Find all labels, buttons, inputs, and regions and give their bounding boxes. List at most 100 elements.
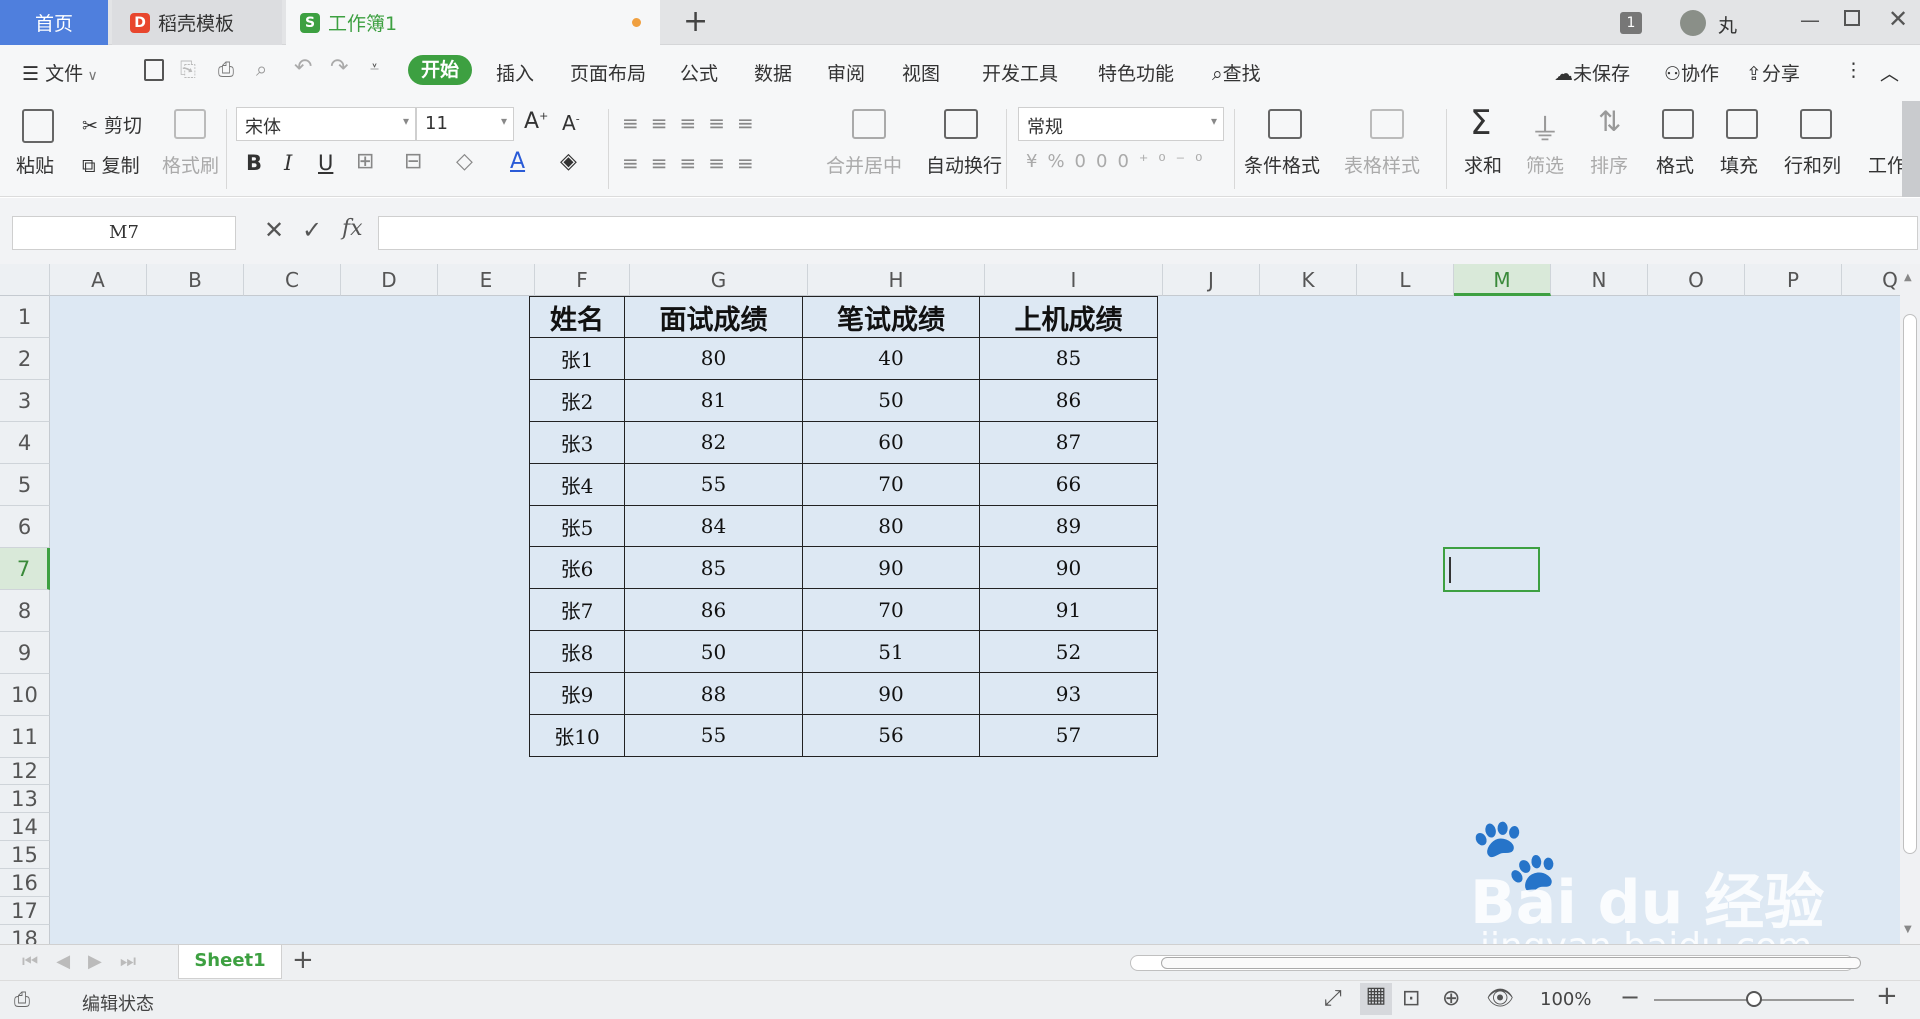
sum-button[interactable]: 求和 bbox=[1464, 151, 1502, 178]
row-header-9[interactable]: 9 bbox=[0, 632, 50, 674]
row-col-button[interactable]: 行和列 bbox=[1784, 151, 1841, 178]
table-cell[interactable]: 55 bbox=[624, 714, 803, 757]
export-icon[interactable]: ⎘ bbox=[180, 57, 196, 81]
add-sheet-button[interactable]: + bbox=[292, 945, 314, 975]
col-header-o[interactable]: O bbox=[1648, 264, 1745, 296]
col-header-l[interactable]: L bbox=[1357, 264, 1454, 296]
cell-style-icon[interactable]: ⊟ bbox=[404, 149, 422, 174]
format-button[interactable]: 格式 bbox=[1656, 151, 1694, 178]
row-header-8[interactable]: 8 bbox=[0, 590, 50, 632]
tab-workbook[interactable]: S 工作簿1 bbox=[286, 0, 660, 45]
sort-button[interactable]: 排序 bbox=[1590, 151, 1628, 178]
col-header-b[interactable]: B bbox=[147, 264, 244, 296]
name-box[interactable]: M7 bbox=[12, 216, 236, 250]
table-cell[interactable]: 90 bbox=[979, 546, 1158, 590]
menu-start[interactable]: 开始 bbox=[408, 55, 472, 85]
col-header-h[interactable]: H bbox=[808, 264, 985, 296]
zoom-slider-handle[interactable] bbox=[1746, 991, 1762, 1007]
row-header-4[interactable]: 4 bbox=[0, 422, 50, 464]
table-style-button[interactable]: 表格样式 bbox=[1344, 151, 1420, 178]
bold-button[interactable]: B bbox=[246, 151, 262, 175]
table-cell[interactable]: 张2 bbox=[529, 378, 625, 422]
table-cell[interactable]: 89 bbox=[979, 504, 1158, 548]
table-cell[interactable]: 51 bbox=[802, 630, 980, 674]
col-header-q[interactable]: Q bbox=[1842, 264, 1900, 296]
scroll-down-icon[interactable]: ▼ bbox=[1904, 924, 1912, 935]
table-cell[interactable]: 50 bbox=[802, 378, 980, 422]
font-name-select[interactable]: 宋体 bbox=[236, 107, 416, 141]
row-header-7[interactable]: 7 bbox=[0, 548, 50, 590]
minimize-icon[interactable]: — bbox=[1800, 8, 1820, 32]
table-cell[interactable]: 55 bbox=[624, 462, 803, 506]
row-header-3[interactable]: 3 bbox=[0, 380, 50, 422]
table-cell[interactable]: 张1 bbox=[529, 337, 625, 380]
table-cell[interactable]: 52 bbox=[979, 630, 1158, 674]
table-cell[interactable]: 70 bbox=[802, 462, 980, 506]
table-cell[interactable]: 88 bbox=[624, 672, 803, 716]
clear-icon[interactable]: ◈ bbox=[560, 149, 577, 174]
table-cell[interactable]: 80 bbox=[624, 337, 803, 380]
worksheet-button[interactable]: 工作 bbox=[1868, 151, 1906, 178]
menu-special[interactable]: 特色功能 bbox=[1098, 59, 1174, 86]
collab-button[interactable]: ⚇协作 bbox=[1664, 59, 1719, 86]
filter-button[interactable]: 筛选 bbox=[1526, 151, 1564, 178]
macro-icon[interactable]: ⎙ bbox=[14, 987, 30, 1011]
table-cell[interactable]: 87 bbox=[979, 420, 1158, 464]
table-cell[interactable]: 93 bbox=[979, 672, 1158, 716]
row-header-10[interactable]: 10 bbox=[0, 674, 50, 716]
window-count-badge[interactable]: 1 bbox=[1620, 12, 1642, 34]
ribbon-scroll[interactable] bbox=[1902, 101, 1920, 197]
border-icon[interactable]: ⊞ bbox=[356, 149, 374, 174]
menu-file[interactable]: ☰ 文件 ∨ bbox=[22, 59, 98, 86]
merge-button[interactable]: 合并居中 bbox=[826, 151, 902, 178]
table-cell[interactable]: 张5 bbox=[529, 504, 625, 548]
wrap-button[interactable]: 自动换行 bbox=[926, 151, 1002, 178]
cancel-icon[interactable]: ✕ bbox=[264, 216, 284, 244]
collapse-ribbon-icon[interactable]: ︿ bbox=[1880, 59, 1899, 86]
font-size-select[interactable]: 11 bbox=[416, 107, 514, 141]
paste-icon[interactable] bbox=[22, 109, 54, 143]
number-format-select[interactable]: 常规 bbox=[1018, 107, 1224, 141]
increase-font-icon[interactable]: A+ bbox=[524, 109, 548, 134]
col-header-f[interactable]: F bbox=[535, 264, 630, 296]
menu-view[interactable]: 视图 bbox=[902, 59, 940, 86]
table-cell[interactable]: 70 bbox=[802, 588, 980, 632]
table-cell[interactable]: 85 bbox=[624, 546, 803, 590]
new-tab-button[interactable]: + bbox=[683, 4, 708, 39]
row-header-12[interactable]: 12 bbox=[0, 758, 50, 785]
menu-dev[interactable]: 开发工具 bbox=[982, 59, 1058, 86]
col-header-n[interactable]: N bbox=[1551, 264, 1648, 296]
customize-chevron-icon[interactable]: ⩡ bbox=[370, 57, 379, 77]
print-icon[interactable]: ⎙ bbox=[218, 57, 234, 81]
decrease-font-icon[interactable]: A- bbox=[562, 111, 580, 135]
redo-icon[interactable]: ↷ bbox=[330, 55, 348, 80]
paste-button[interactable]: 粘贴 bbox=[16, 151, 54, 178]
zoom-out-icon[interactable]: − bbox=[1620, 983, 1640, 1011]
table-cell[interactable]: 40 bbox=[802, 337, 980, 380]
col-header-g[interactable]: G bbox=[630, 264, 808, 296]
font-color-icon[interactable]: A bbox=[510, 149, 525, 174]
tab-docer[interactable]: D 稻壳模板 bbox=[112, 0, 282, 45]
table-cell[interactable]: 84 bbox=[624, 504, 803, 548]
row-header-6[interactable]: 6 bbox=[0, 506, 50, 548]
horizontal-scrollbar[interactable] bbox=[1130, 955, 1861, 971]
sheet-tab-sheet1[interactable]: Sheet1 bbox=[178, 945, 282, 979]
row-header-18[interactable]: 18 bbox=[0, 925, 50, 944]
table-cell[interactable]: 81 bbox=[624, 378, 803, 422]
row-header-16[interactable]: 16 bbox=[0, 869, 50, 897]
table-cell[interactable]: 张8 bbox=[529, 630, 625, 674]
menu-formula[interactable]: 公式 bbox=[680, 59, 718, 86]
col-header-m[interactable]: M bbox=[1454, 264, 1551, 296]
col-header-j[interactable]: J bbox=[1163, 264, 1260, 296]
zoom-in-icon[interactable]: + bbox=[1876, 981, 1898, 1011]
table-cell[interactable]: 90 bbox=[802, 546, 980, 590]
table-cell[interactable]: 90 bbox=[802, 672, 980, 716]
avatar[interactable] bbox=[1680, 10, 1706, 36]
table-header-cell[interactable]: 笔试成绩 bbox=[802, 296, 980, 338]
row-header-2[interactable]: 2 bbox=[0, 338, 50, 380]
copy-button[interactable]: ⧉ 复制 bbox=[82, 151, 140, 178]
col-header-i[interactable]: I bbox=[985, 264, 1163, 296]
table-cell[interactable]: 50 bbox=[624, 630, 803, 674]
col-header-p[interactable]: P bbox=[1745, 264, 1842, 296]
horizontal-scroll-thumb[interactable] bbox=[1161, 957, 1861, 969]
